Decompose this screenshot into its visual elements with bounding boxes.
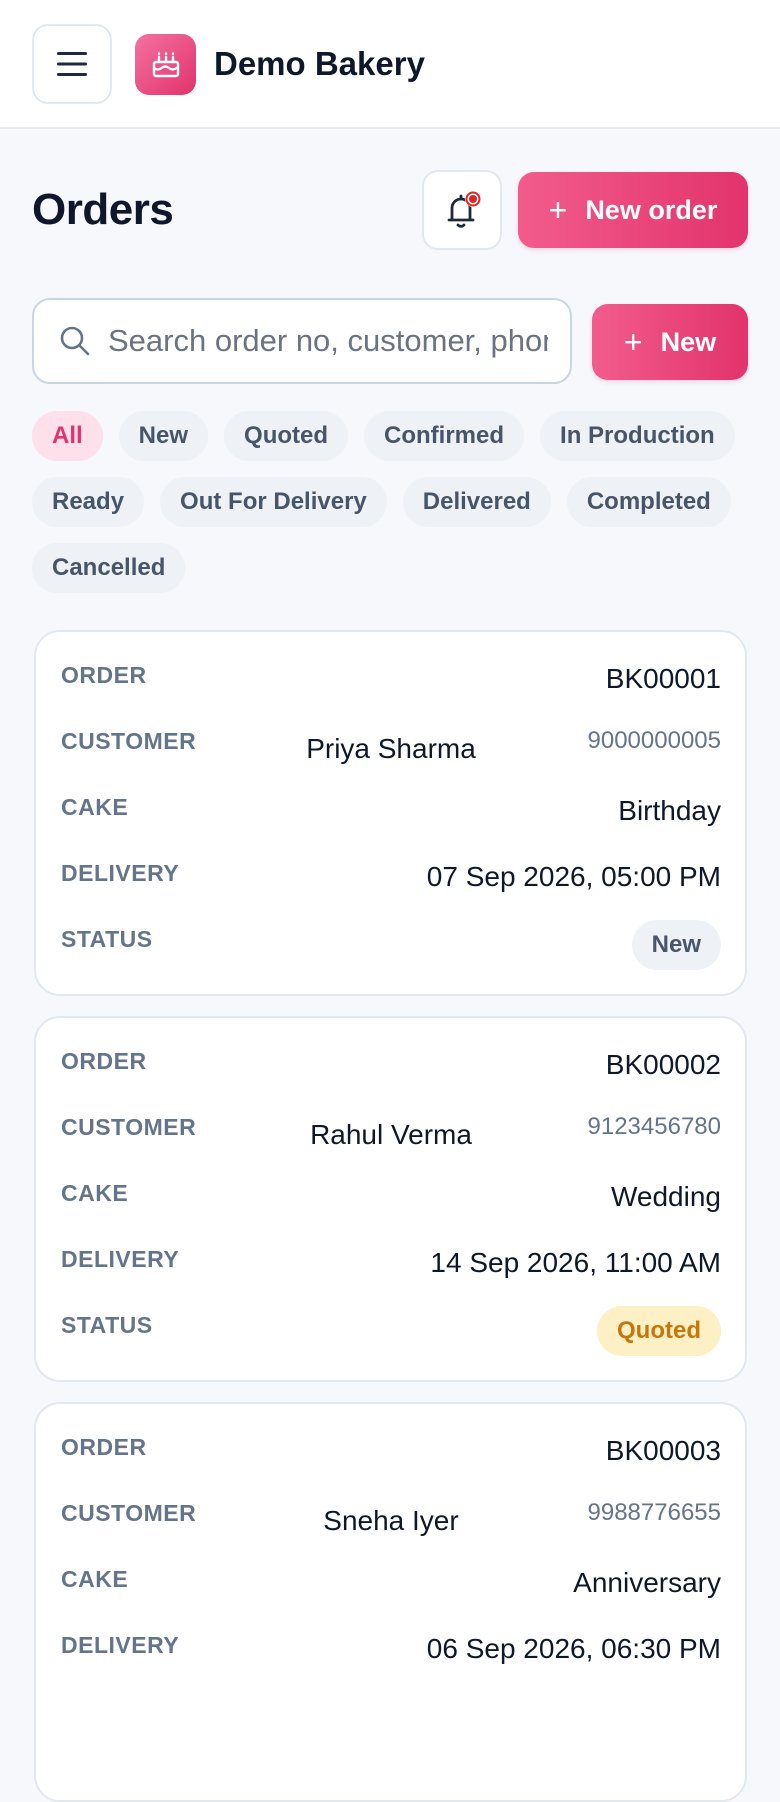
order-label: ORDER xyxy=(61,1048,147,1074)
status-badge: Quoted xyxy=(597,1306,721,1356)
new-button[interactable]: + New xyxy=(592,304,748,380)
filter-ready[interactable]: Ready xyxy=(32,477,145,527)
customer-row: CUSTOMER Rahul Verma 9123456780 xyxy=(61,1112,721,1152)
delivery-datetime: 06 Sep 2026, 06:30 PM xyxy=(426,1633,721,1664)
filter-cancelled[interactable]: Cancelled xyxy=(32,543,186,593)
notifications-button[interactable] xyxy=(422,170,502,250)
cake-type: Birthday xyxy=(618,795,721,826)
status-filters: All New Quoted Confirmed In Production R… xyxy=(32,411,752,609)
order-card[interactable]: ORDER BK00002 CUSTOMER Rahul Verma 91234… xyxy=(34,1016,747,1382)
filter-completed[interactable]: Completed xyxy=(566,477,731,527)
status-badge: New xyxy=(631,920,721,970)
cake-row: CAKE Anniversary xyxy=(61,1564,721,1604)
status-label: STATUS xyxy=(61,926,153,952)
customer-name: Rahul Verma xyxy=(310,1119,472,1150)
plus-icon: + xyxy=(548,192,568,228)
delivery-datetime: 14 Sep 2026, 11:00 AM xyxy=(430,1247,721,1278)
brand-name: Demo Bakery xyxy=(214,45,425,82)
order-label: ORDER xyxy=(61,1434,147,1460)
delivery-label: DELIVERY xyxy=(61,860,180,886)
customer-label: CUSTOMER xyxy=(61,1500,197,1526)
cake-icon xyxy=(152,51,179,77)
order-card[interactable]: ORDER BK00001 CUSTOMER Priya Sharma 9000… xyxy=(34,630,747,996)
cake-type: Wedding xyxy=(610,1181,721,1212)
bell-icon xyxy=(447,191,481,228)
customer-row: CUSTOMER Sneha Iyer 9988776655 xyxy=(61,1498,721,1538)
brand-logo xyxy=(135,34,196,95)
cake-label: CAKE xyxy=(61,1566,129,1592)
filter-all[interactable]: All xyxy=(32,411,103,461)
delivery-row: DELIVERY 14 Sep 2026, 11:00 AM xyxy=(61,1244,721,1284)
status-row: STATUS New xyxy=(61,920,721,970)
order-row: ORDER BK00003 xyxy=(61,1432,721,1472)
cake-label: CAKE xyxy=(61,1180,129,1206)
customer-name: Sneha Iyer xyxy=(323,1505,459,1536)
customer-phone: 9123456780 xyxy=(587,1113,721,1140)
cake-label: CAKE xyxy=(61,794,129,820)
order-row: ORDER BK00002 xyxy=(61,1046,721,1086)
filter-in-production[interactable]: In Production xyxy=(540,411,735,461)
new-order-button[interactable]: + New order xyxy=(518,172,748,248)
order-number: BK00002 xyxy=(605,1049,721,1080)
filter-new[interactable]: New xyxy=(118,411,209,461)
cake-row: CAKE Wedding xyxy=(61,1178,721,1218)
order-card[interactable]: ORDER BK00003 CUSTOMER Sneha Iyer 998877… xyxy=(34,1402,747,1802)
page-title: Orders xyxy=(32,185,174,234)
filter-confirmed[interactable]: Confirmed xyxy=(364,411,525,461)
delivery-row: DELIVERY 07 Sep 2026, 05:00 PM xyxy=(61,858,721,898)
delivery-datetime: 07 Sep 2026, 05:00 PM xyxy=(426,861,721,892)
customer-row: CUSTOMER Priya Sharma 9000000005 xyxy=(61,726,721,766)
order-number: BK00001 xyxy=(605,663,721,694)
plus-icon: + xyxy=(623,324,643,360)
delivery-label: DELIVERY xyxy=(61,1246,180,1272)
delivery-label: DELIVERY xyxy=(61,1632,180,1658)
customer-phone: 9988776655 xyxy=(587,1499,721,1526)
filter-out-for-delivery[interactable]: Out For Delivery xyxy=(160,477,387,527)
filter-delivered[interactable]: Delivered xyxy=(402,477,551,527)
customer-label: CUSTOMER xyxy=(61,1114,197,1140)
customer-name: Priya Sharma xyxy=(306,733,476,764)
new-order-label: New order xyxy=(585,194,718,225)
search-input[interactable] xyxy=(108,323,548,359)
hamburger-menu-icon xyxy=(57,52,87,76)
top-bar: Demo Bakery xyxy=(0,0,780,129)
delivery-row: DELIVERY 06 Sep 2026, 06:30 PM xyxy=(61,1630,721,1670)
order-number: BK00003 xyxy=(605,1435,721,1466)
cake-row: CAKE Birthday xyxy=(61,792,721,832)
menu-button[interactable] xyxy=(32,24,112,104)
order-label: ORDER xyxy=(61,662,147,688)
customer-label: CUSTOMER xyxy=(61,728,197,754)
order-row: ORDER BK00001 xyxy=(61,660,721,700)
cake-type: Anniversary xyxy=(573,1567,721,1598)
search-box[interactable] xyxy=(32,298,572,384)
status-row: STATUS Quoted xyxy=(61,1306,721,1356)
new-label: New xyxy=(660,326,717,357)
filter-quoted[interactable]: Quoted xyxy=(224,411,349,461)
status-label: STATUS xyxy=(61,1312,153,1338)
customer-phone: 9000000005 xyxy=(587,727,721,754)
search-icon xyxy=(60,326,90,356)
